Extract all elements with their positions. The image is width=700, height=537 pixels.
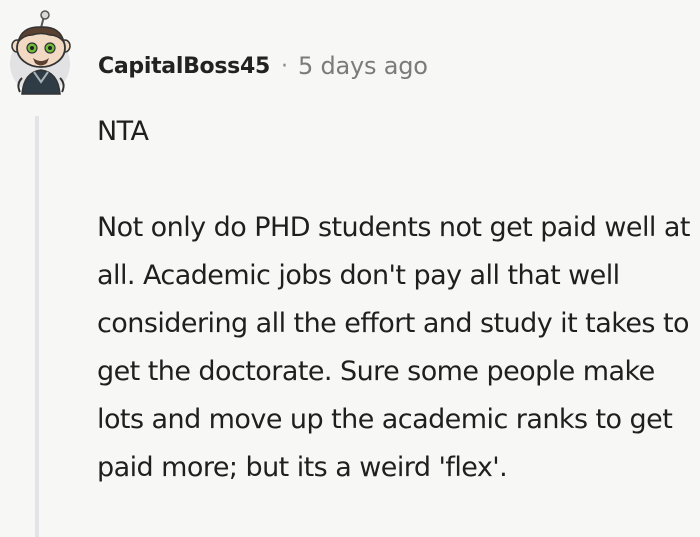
comment-header: CapitalBoss45 · 5 days ago: [98, 46, 428, 86]
snoo-avatar-icon: [10, 10, 71, 95]
meta-separator: ·: [280, 53, 288, 79]
comment-paragraph: Not only do PHD students not get paid we…: [97, 212, 690, 483]
comment-timestamp[interactable]: 5 days ago: [298, 52, 428, 80]
avatar[interactable]: [8, 8, 78, 98]
comment-paragraph: NTA: [97, 116, 149, 147]
comment-body: NTA Not only do PHD students not get pai…: [97, 108, 697, 492]
author-username[interactable]: CapitalBoss45: [98, 54, 270, 79]
thread-collapse-line[interactable]: [35, 116, 39, 537]
comment: CapitalBoss45 · 5 days ago NTA Not only …: [0, 0, 700, 537]
